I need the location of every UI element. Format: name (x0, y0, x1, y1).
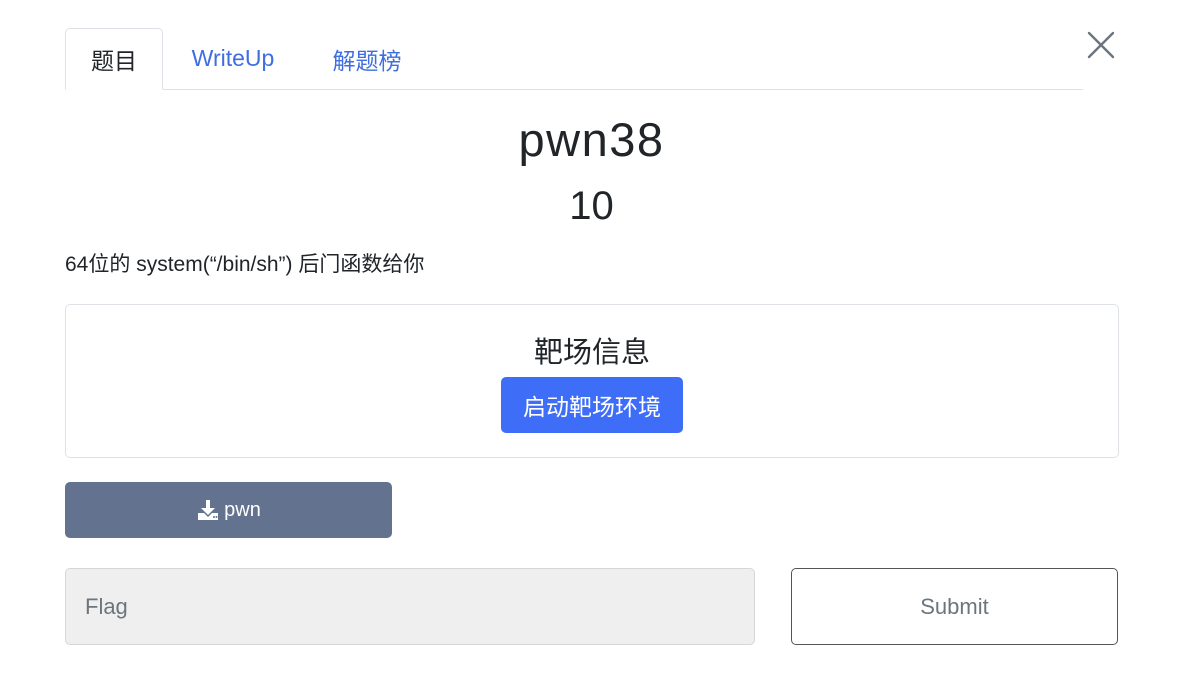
download-file-button[interactable]: pwn (65, 482, 392, 538)
challenge-tabs: 题目 WriteUp 解题榜 (65, 27, 1083, 90)
tab-solves[interactable]: 解题榜 (303, 28, 431, 89)
tab-challenge[interactable]: 题目 (65, 28, 163, 90)
close-icon (1087, 31, 1115, 59)
environment-card: 靶场信息 启动靶场环境 (65, 304, 1119, 458)
environment-title: 靶场信息 (533, 337, 650, 369)
flag-input[interactable] (65, 568, 755, 645)
download-file-label: pwn (224, 498, 261, 521)
challenge-modal: 题目 WriteUp 解题榜 pwn38 10 64位的 system(“/bi… (0, 0, 1183, 675)
close-button[interactable] (1086, 30, 1116, 60)
submit-button[interactable]: Submit (791, 568, 1118, 645)
challenge-name: pwn38 (518, 113, 665, 166)
challenge-value: 10 (569, 184, 614, 228)
start-environment-button[interactable]: 启动靶场环境 (501, 377, 683, 433)
tab-writeup[interactable]: WriteUp (163, 28, 303, 89)
challenge-description: 64位的 system(“/bin/sh”) 后门函数给你 (65, 253, 425, 276)
download-icon (198, 500, 219, 520)
